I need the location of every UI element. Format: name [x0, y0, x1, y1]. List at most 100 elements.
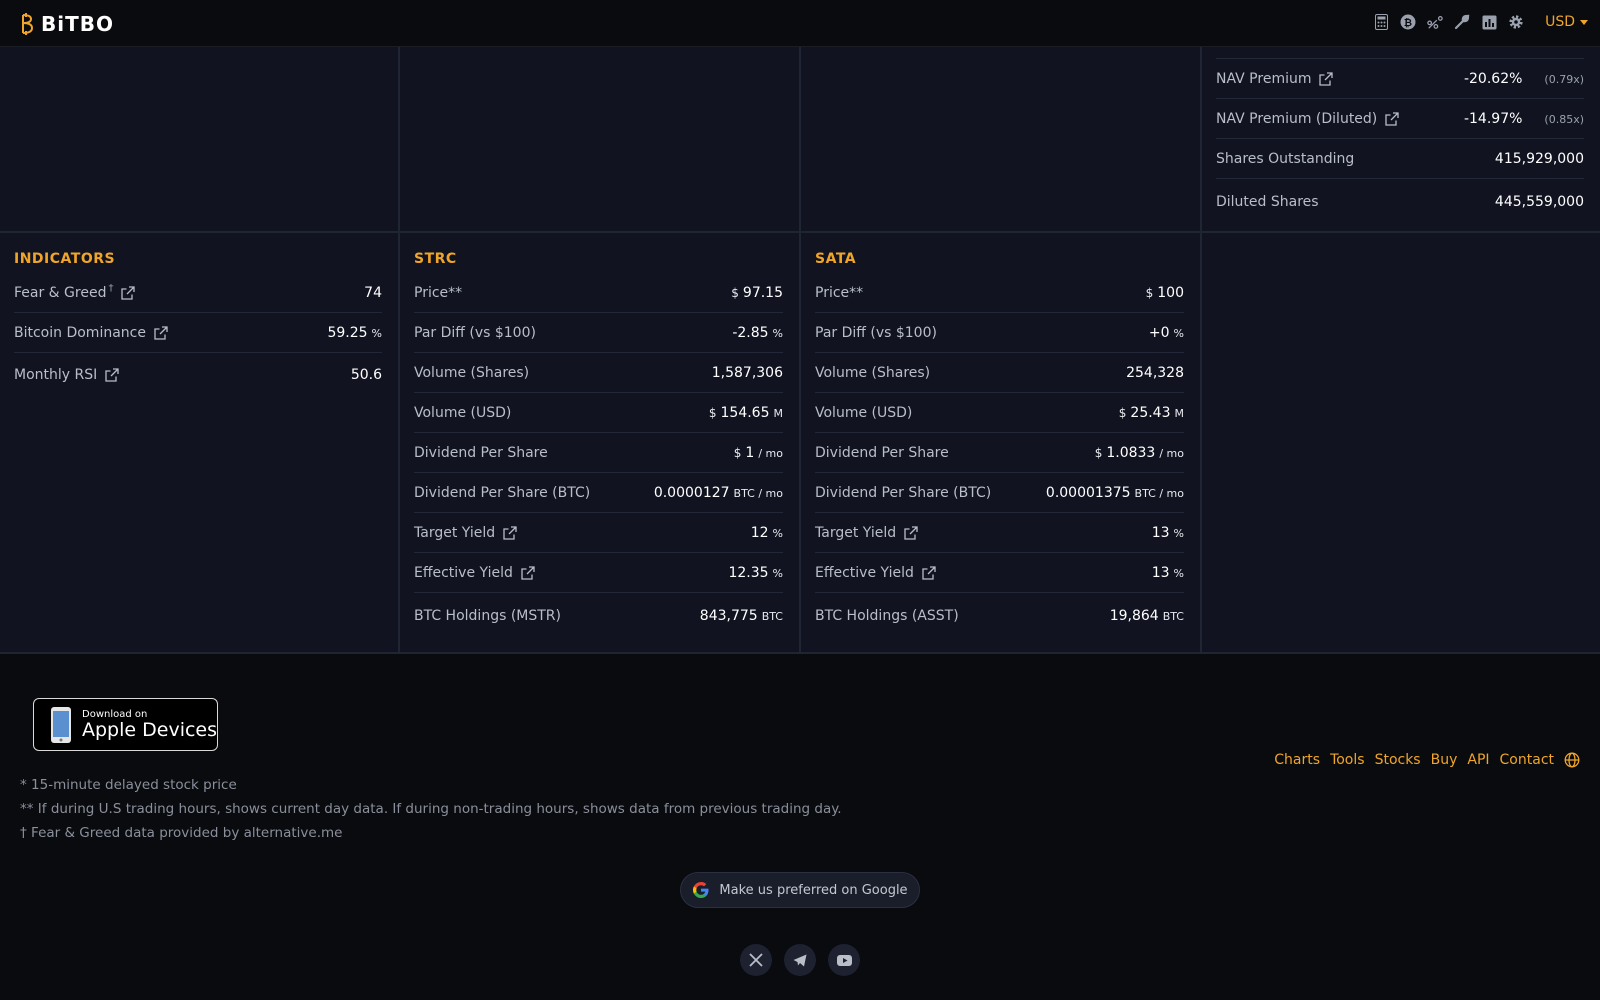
row-label: Volume (Shares)	[815, 364, 931, 381]
footer-link-stocks[interactable]: Stocks	[1375, 752, 1421, 768]
currency-selector[interactable]: USD	[1545, 14, 1588, 30]
percent-icon[interactable]	[1427, 14, 1443, 30]
row-value: 12	[750, 524, 769, 541]
currency-symbol: $	[708, 405, 717, 420]
strc-row: Par Diff (vs $100) -2.85%	[414, 313, 783, 353]
row-value: 1.0833	[1106, 444, 1156, 461]
globe-icon[interactable]	[1564, 752, 1580, 768]
panel-indicators: INDICATORS Fear & Greed † 74 Bitcoin Domi…	[0, 233, 400, 654]
x-icon[interactable]	[740, 944, 772, 976]
unit-label: / mo	[1159, 446, 1184, 460]
unit-label: %	[772, 566, 783, 580]
row-value: 0.00001375	[1045, 484, 1131, 501]
panel-top-3	[801, 47, 1202, 232]
footer-link-tools[interactable]: Tools	[1330, 752, 1365, 768]
external-link-icon[interactable]	[922, 565, 936, 580]
row-value: 25.43	[1130, 404, 1171, 421]
row-label: Price**	[414, 284, 463, 301]
strc-row: Effective Yield 12.35%	[414, 553, 783, 593]
indicator-label: Monthly RSI	[14, 367, 98, 383]
row-value: 1	[745, 444, 755, 461]
sata-row: BTC Holdings (ASST) 19,864 BTC	[815, 596, 1184, 636]
unit-label: %	[772, 326, 783, 340]
logo[interactable]: BiTBO	[19, 12, 114, 36]
strc-row: BTC Holdings (MSTR) 843,775 BTC	[414, 596, 783, 636]
currency-label: USD	[1545, 14, 1575, 30]
google-preferred-button[interactable]: Make us preferred on Google	[680, 872, 920, 908]
row-label: Target Yield	[815, 524, 897, 541]
external-link-icon[interactable]	[503, 525, 517, 540]
calculator-icon[interactable]	[1373, 14, 1389, 30]
svg-text:₿: ₿	[1404, 17, 1412, 29]
telegram-icon[interactable]	[784, 944, 816, 976]
stat-label: Diluted Shares	[1216, 194, 1319, 210]
external-link-icon[interactable]	[1385, 111, 1399, 126]
footnote: ** If during U.S trading hours, shows cu…	[20, 801, 842, 817]
indicator-value: 74	[364, 284, 382, 301]
unit-label: BTC / mo	[1134, 486, 1184, 500]
row-value: 13	[1151, 564, 1170, 581]
indicator-value: 59.25	[327, 324, 368, 341]
indicator-row-bitcoin-dominance: Bitcoin Dominance 59.25%	[14, 313, 382, 353]
external-link-icon[interactable]	[121, 285, 136, 300]
panel-mstr-stats: NAV Premium -20.62% (0.79x) NAV Premium (…	[1202, 47, 1600, 232]
panel-title: SATA	[815, 251, 857, 267]
strc-row: Volume (USD) $154.65 M	[414, 393, 783, 433]
strc-row: Price** $97.15	[414, 273, 783, 313]
unit-label: %	[1173, 326, 1184, 340]
footer-link-api[interactable]: API	[1467, 752, 1489, 768]
row-value: 100	[1157, 284, 1184, 301]
unit-label: BTC / mo	[733, 486, 783, 500]
sata-row: Target Yield 13%	[815, 513, 1184, 553]
footer-link-contact[interactable]: Contact	[1500, 752, 1554, 768]
apple-download-button[interactable]: Download on Apple Devices	[33, 698, 218, 751]
footer-link-charts[interactable]: Charts	[1274, 752, 1320, 768]
unit-label: BTC	[1162, 610, 1184, 623]
youtube-icon[interactable]	[828, 944, 860, 976]
row-value: +0	[1148, 324, 1170, 341]
row-label: Price**	[815, 284, 864, 301]
strc-row: Dividend Per Share $1/ mo	[414, 433, 783, 473]
panel-top-2	[400, 47, 801, 232]
row-label: Par Diff (vs $100)	[815, 324, 937, 341]
external-link-icon[interactable]	[154, 325, 168, 340]
indicator-value: 50.6	[350, 367, 382, 383]
stat-label: NAV Premium	[1216, 70, 1312, 87]
external-link-icon[interactable]	[105, 368, 119, 382]
row-label: Effective Yield	[815, 564, 914, 581]
row-value: 97.15	[742, 284, 783, 301]
footnotes: * 15-minute delayed stock price ** If du…	[20, 773, 842, 845]
external-link-icon[interactable]	[1319, 71, 1334, 86]
wrench-icon[interactable]	[1454, 14, 1470, 30]
top-bar: BiTBO ₿ USD	[0, 0, 1600, 47]
unit-label: M	[773, 406, 784, 420]
stat-extra: (0.79x)	[1544, 72, 1584, 86]
currency-symbol: $	[1094, 445, 1103, 460]
row-value: 13	[1151, 524, 1170, 541]
external-link-icon[interactable]	[904, 525, 918, 540]
footer-link-buy[interactable]: Buy	[1431, 752, 1458, 768]
footnote: † Fear & Greed data provided by alternat…	[20, 825, 343, 841]
phone-icon	[51, 706, 71, 743]
row-label: Effective Yield	[414, 564, 513, 581]
sata-row: Dividend Per Share (BTC) 0.00001375 BTC /…	[815, 473, 1184, 513]
row-label: BTC Holdings (ASST)	[815, 608, 959, 624]
chart-icon[interactable]	[1481, 14, 1497, 30]
panel-sata: SATA Price** $100 Par Diff (vs $100) +0%…	[801, 233, 1202, 654]
external-link-icon[interactable]	[521, 565, 535, 580]
row-label: Dividend Per Share (BTC)	[414, 484, 591, 501]
stat-value: 415,929,000	[1494, 150, 1584, 167]
panel-top-1	[0, 47, 400, 232]
logo-text: BiTBO	[41, 12, 114, 36]
footer-nav: Charts Tools Stocks Buy API Contact	[1274, 752, 1580, 768]
social-links	[740, 944, 860, 976]
unit-label: / mo	[758, 446, 783, 460]
currency-symbol: $	[1145, 285, 1154, 300]
unit-label: %	[1173, 526, 1184, 540]
bitcoin-icon[interactable]: ₿	[1400, 14, 1416, 30]
stat-label: NAV Premium (Diluted)	[1216, 110, 1378, 127]
strc-row: Volume (Shares) 1,587,306	[414, 353, 783, 393]
unit-label: BTC	[761, 610, 783, 623]
panel-title: STRC	[414, 251, 457, 267]
gear-icon[interactable]	[1508, 14, 1524, 30]
